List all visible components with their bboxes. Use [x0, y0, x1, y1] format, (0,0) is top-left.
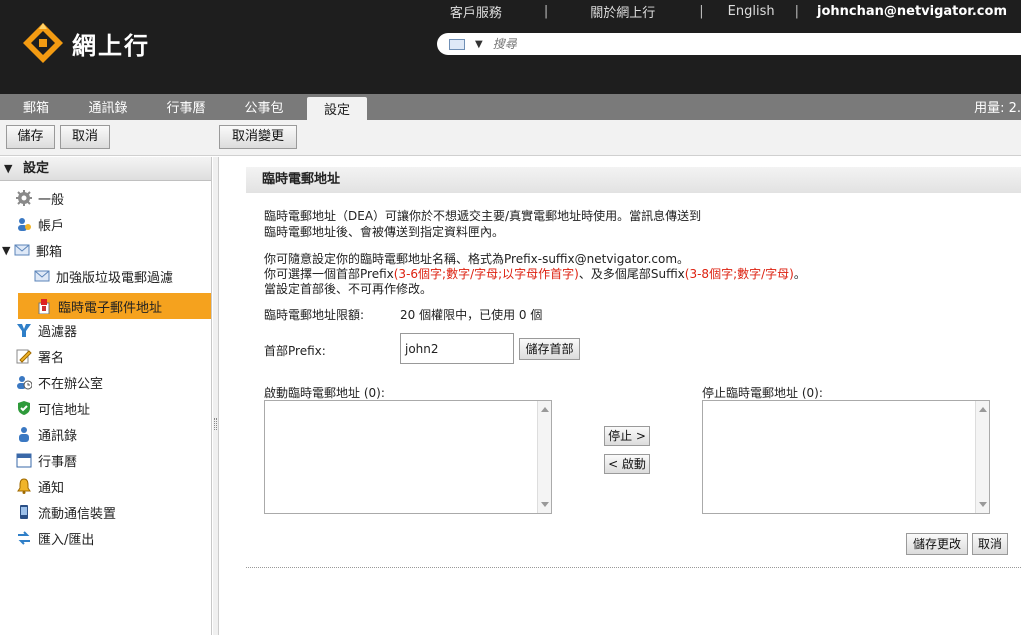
gear-icon [16, 190, 32, 206]
user-email[interactable]: johnchan@netvigator.com [817, 4, 1007, 19]
inactive-list-label: 停止臨時電郵地址 (0): [702, 386, 823, 400]
save-prefix-button[interactable]: 儲存首部 [519, 338, 580, 360]
tab-briefcase[interactable]: 公事包 [232, 98, 296, 120]
scroll-down-icon[interactable] [541, 502, 549, 507]
main-tabs: 郵箱 通訊錄 行事曆 公事包 設定 用量: 2. [0, 94, 1021, 122]
scroll-up-icon[interactable] [979, 407, 987, 412]
start-button[interactable]: < 啟動 [604, 454, 650, 474]
sidebar-item-mobile[interactable]: 流動通信裝置 [0, 499, 212, 525]
sidebar-item-signature[interactable]: 署名 [0, 343, 212, 369]
scrollbar[interactable] [975, 401, 989, 513]
sidebar-item-temp-email[interactable]: 臨時電子郵件地址 [18, 293, 211, 319]
search-bar: ▼ [437, 33, 1021, 55]
scroll-up-icon[interactable] [541, 407, 549, 412]
mail-icon [449, 38, 465, 50]
sidebar-item-general[interactable]: 一般 [0, 185, 212, 211]
divider [246, 567, 1021, 568]
collapse-triangle-icon: ▼ [2, 243, 11, 257]
sidebar-item-import-export[interactable]: 匯入/匯出 [0, 525, 212, 551]
page-title: 臨時電郵地址 [246, 167, 1021, 193]
active-list-label: 啟動臨時電郵地址 (0): [264, 386, 385, 400]
scroll-down-icon[interactable] [979, 502, 987, 507]
sidebar-item-mailbox[interactable]: ▼ 郵箱 [0, 237, 212, 263]
filter-icon [17, 324, 31, 337]
tab-settings[interactable]: 設定 [307, 97, 367, 122]
save-button[interactable]: 儲存 [6, 125, 55, 149]
scrollbar[interactable] [537, 401, 551, 513]
mailbox-icon [38, 299, 50, 314]
undo-changes-button[interactable]: 取消變更 [219, 125, 297, 149]
calendar-icon [16, 453, 32, 468]
top-header: 客戶服務 | 關於網上行 | English | johnchan@netvig… [0, 0, 1021, 94]
tab-calendar[interactable]: 行事曆 [154, 98, 218, 120]
signature-icon [16, 349, 32, 364]
logo-icon [23, 23, 63, 63]
collapse-triangle-icon: ▼ [4, 162, 13, 175]
sidebar-item-trusted[interactable]: 可信地址 [0, 395, 212, 421]
sidebar-splitter[interactable] [213, 157, 219, 635]
link-about[interactable]: 關於網上行 [590, 2, 655, 21]
search-input[interactable] [492, 37, 893, 51]
quota-value: 20 個權限中，已使用 0 個 [400, 308, 543, 322]
cancel-button[interactable]: 取消 [972, 533, 1008, 555]
intro-text: 臨時電郵地址後、會被傳送到指定資料匣內。 [264, 225, 505, 239]
sidebar-item-contacts[interactable]: 通訊錄 [0, 421, 212, 447]
contacts-icon [19, 427, 29, 442]
prefix-label: 首部Prefix: [264, 344, 326, 358]
prefix-input[interactable]: john2 [400, 333, 514, 364]
link-customer-service[interactable]: 客戶服務 [450, 2, 502, 21]
tab-contacts[interactable]: 通訊錄 [76, 98, 140, 120]
toolbar: 儲存 取消 取消變更 [0, 120, 1021, 156]
import-export-icon [18, 531, 30, 545]
logo-text: 網上行 [72, 31, 150, 60]
link-english[interactable]: English [728, 4, 775, 19]
rule-text: 當設定首部後、不可再作修改。 [264, 282, 433, 296]
away-icon [17, 376, 32, 390]
logo[interactable]: 網上行 [22, 22, 150, 64]
mobile-icon [20, 505, 28, 519]
cancel-button[interactable]: 取消 [60, 125, 110, 149]
splitter-grip-icon[interactable] [214, 418, 217, 430]
storage-usage: 用量: 2. [974, 101, 1021, 116]
sidebar-item-calendar[interactable]: 行事曆 [0, 447, 212, 473]
main-content: 臨時電郵地址 臨時電郵地址（DEA）可讓你於不想遞交主要/真實電郵地址時使用。當… [220, 157, 1021, 635]
mail-icon [34, 270, 50, 282]
inactive-address-list[interactable] [702, 400, 990, 514]
chevron-down-icon[interactable]: ▼ [475, 39, 483, 50]
tab-mailbox[interactable]: 郵箱 [6, 98, 66, 120]
sidebar-item-account[interactable]: 帳戶 [0, 211, 212, 237]
bell-icon [17, 478, 31, 494]
quota-label: 臨時電郵地址限額: [264, 308, 365, 322]
account-icon [18, 218, 31, 231]
top-links: 客戶服務 | 關於網上行 | English | johnchan@netvig… [449, 2, 1007, 21]
sidebar-heading[interactable]: ▼ 設定 [0, 157, 211, 181]
sidebar-item-notifications[interactable]: 通知 [0, 473, 212, 499]
intro-text: 臨時電郵地址（DEA）可讓你於不想遞交主要/真實電郵地址時使用。當訊息傳送到 [264, 209, 702, 223]
shield-icon [18, 401, 30, 415]
stop-button[interactable]: 停止 > [604, 426, 650, 446]
settings-sidebar: ▼ 設定 一般 帳戶 ▼ 郵箱 加強版垃圾電郵過濾 臨時電子郵件地址 過濾器 署… [0, 157, 212, 635]
save-changes-button[interactable]: 儲存更改 [906, 533, 968, 555]
mail-icon [14, 244, 30, 256]
sidebar-item-filters[interactable]: 過濾器 [0, 317, 212, 343]
sidebar-item-out-of-office[interactable]: 不在辦公室 [0, 369, 212, 395]
sidebar-item-spam-filter[interactable]: 加強版垃圾電郵過濾 [0, 263, 212, 289]
active-address-list[interactable] [264, 400, 552, 514]
